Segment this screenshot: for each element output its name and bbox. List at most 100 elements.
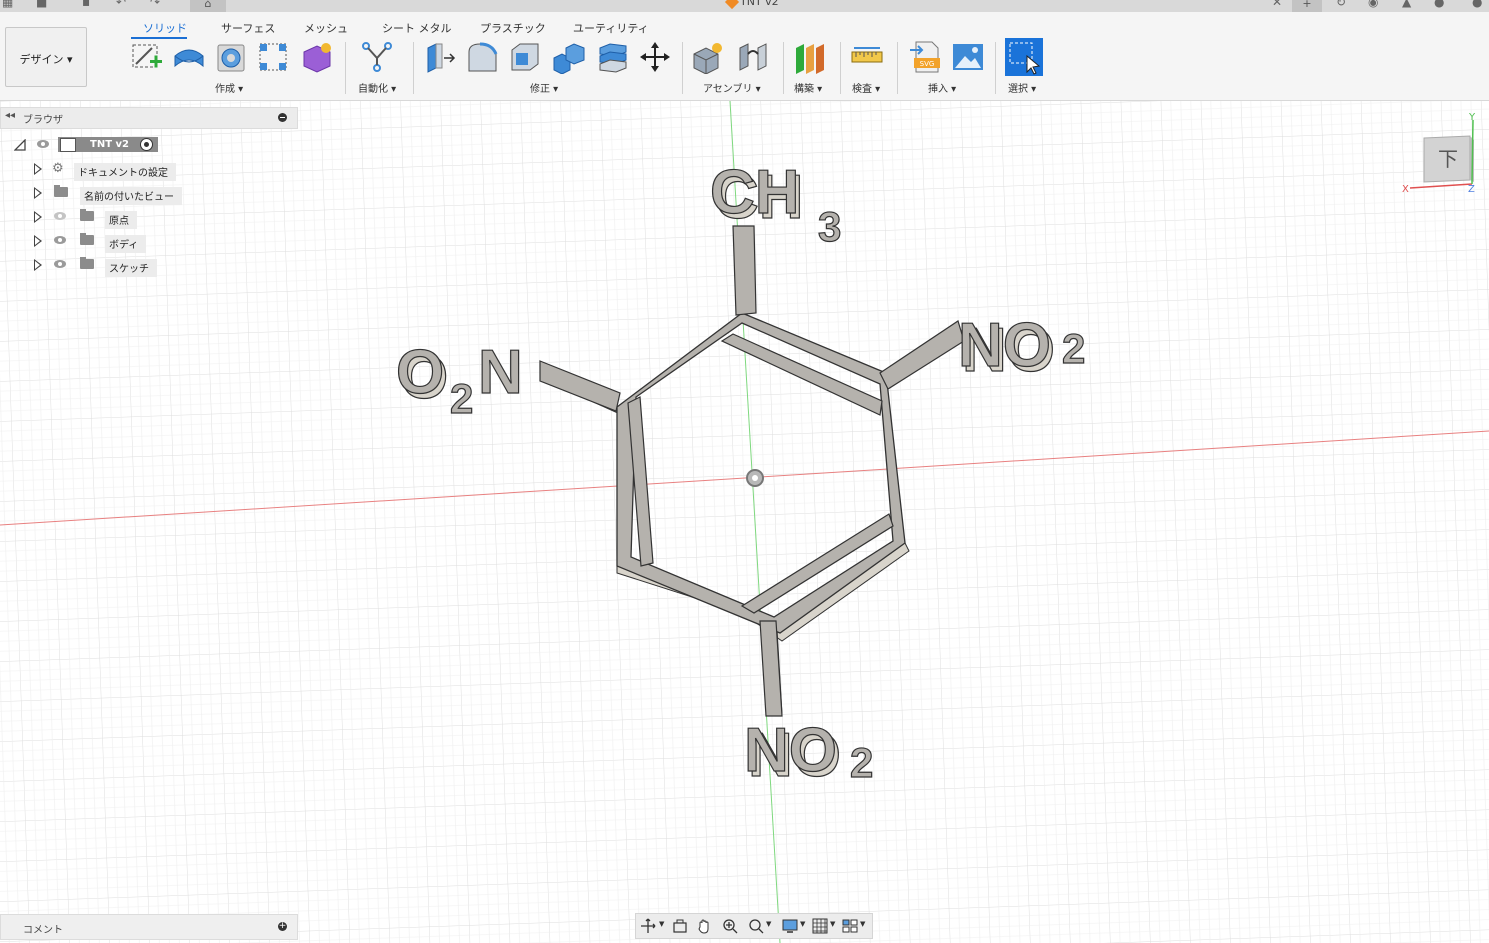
automate-group-label[interactable]: 自動化 ▾ bbox=[358, 80, 396, 95]
separator bbox=[682, 42, 683, 94]
separator bbox=[783, 42, 784, 94]
display-settings-icon[interactable] bbox=[782, 918, 798, 934]
tab-sheet-metal[interactable]: シート メタル bbox=[382, 20, 452, 36]
separator bbox=[840, 42, 841, 94]
viewports-dropdown-icon[interactable]: ▼ bbox=[860, 920, 865, 928]
tree-item-bodies[interactable]: ボディ bbox=[30, 232, 190, 253]
add-comment-icon[interactable]: + bbox=[278, 922, 287, 931]
tree-item-sketches[interactable]: スケッチ bbox=[30, 256, 190, 277]
save-icon[interactable]: ▪ bbox=[82, 0, 94, 8]
tree-item-label: ドキュメントの設定 bbox=[74, 163, 176, 181]
grid-icon[interactable]: ▦ bbox=[2, 0, 14, 8]
inspect-group-label[interactable]: 検査 ▾ bbox=[852, 80, 880, 95]
create-sketch-icon[interactable] bbox=[130, 40, 164, 74]
workspace-switcher[interactable]: デザイン ▾ bbox=[5, 27, 87, 87]
press-pull-icon[interactable] bbox=[424, 40, 458, 74]
shell-icon[interactable] bbox=[508, 40, 542, 74]
collapse-panel-icon[interactable]: ◂◂ bbox=[5, 110, 15, 121]
offset-plane-icon[interactable] bbox=[792, 40, 826, 74]
visibility-eye-icon[interactable] bbox=[37, 140, 49, 148]
automate-icon[interactable] bbox=[360, 40, 394, 74]
tree-item-document-settings[interactable]: ⚙ ドキュメントの設定 bbox=[30, 160, 190, 181]
move-icon[interactable] bbox=[638, 40, 672, 74]
label-ch3: CH bbox=[710, 158, 800, 227]
modify-group-label[interactable]: 修正 ▾ bbox=[530, 80, 558, 95]
measure-icon[interactable] bbox=[850, 40, 884, 74]
tab-plastic[interactable]: プラスチック bbox=[480, 20, 546, 36]
fusion-logo-icon bbox=[724, 0, 740, 10]
workspace-label: デザイン ▾ bbox=[19, 53, 73, 66]
tab-surface[interactable]: サーフェス bbox=[221, 20, 275, 36]
account-icon[interactable]: ● bbox=[1472, 0, 1484, 8]
comments-panel[interactable]: コメント + bbox=[0, 914, 298, 940]
offset-face-icon[interactable] bbox=[596, 40, 630, 74]
expand-triangle-icon[interactable] bbox=[34, 259, 42, 271]
pan-hand-icon[interactable] bbox=[696, 918, 712, 934]
extrude-icon[interactable] bbox=[172, 40, 206, 74]
insert-svg-icon[interactable]: SVG bbox=[908, 40, 942, 74]
zoom-dropdown-icon[interactable]: ▼ bbox=[766, 920, 771, 928]
fit-icon[interactable] bbox=[748, 918, 764, 934]
root-label: TNT v2 bbox=[90, 139, 129, 150]
select-group-label[interactable]: 選択 ▾ bbox=[1008, 80, 1036, 95]
construct-group-label[interactable]: 構築 ▾ bbox=[794, 80, 822, 95]
revolve-icon[interactable] bbox=[214, 40, 248, 74]
orbit-icon[interactable] bbox=[640, 918, 656, 934]
label-o2n-subscript: 2 bbox=[450, 375, 473, 422]
zoom-icon[interactable] bbox=[722, 918, 738, 934]
hidden-eye-icon[interactable] bbox=[54, 212, 66, 220]
insert-group-label[interactable]: 挿入 ▾ bbox=[928, 80, 956, 95]
tree-root-row[interactable]: TNT v2 bbox=[12, 136, 172, 154]
expanded-triangle-icon[interactable] bbox=[14, 139, 26, 151]
notification-icon[interactable]: ▲ bbox=[1402, 0, 1414, 8]
redo-icon[interactable]: ↷ bbox=[150, 0, 162, 8]
joint-icon[interactable] bbox=[736, 40, 770, 74]
jobs-icon[interactable]: ◉ bbox=[1368, 0, 1380, 8]
expand-triangle-icon[interactable] bbox=[34, 187, 42, 199]
tree-item-label: ボディ bbox=[105, 235, 147, 253]
grid-dropdown-icon[interactable]: ▼ bbox=[830, 920, 835, 928]
viewport-canvas[interactable]: CH CH 3 NO NO 2 O O 2 N NO NO 2 bbox=[0, 101, 1489, 943]
display-dropdown-icon[interactable]: ▼ bbox=[800, 920, 805, 928]
insert-image-icon[interactable] bbox=[951, 40, 985, 74]
expand-triangle-icon[interactable] bbox=[34, 235, 42, 247]
viewports-icon[interactable] bbox=[842, 918, 858, 934]
fillet-icon[interactable] bbox=[466, 40, 500, 74]
grid-settings-icon[interactable] bbox=[812, 918, 828, 934]
expand-triangle-icon[interactable] bbox=[34, 163, 42, 175]
tab-mesh[interactable]: メッシュ bbox=[304, 20, 348, 36]
look-at-icon[interactable] bbox=[672, 918, 688, 934]
visibility-eye-icon[interactable] bbox=[54, 260, 66, 268]
file-icon[interactable]: ■ bbox=[36, 0, 48, 8]
visibility-eye-icon[interactable] bbox=[54, 236, 66, 244]
combine-icon[interactable] bbox=[552, 40, 586, 74]
form-icon[interactable] bbox=[300, 40, 334, 74]
close-tab-icon[interactable]: ✕ bbox=[1272, 0, 1284, 8]
tab-utilities[interactable]: ユーティリティ bbox=[573, 20, 649, 36]
component-icon bbox=[60, 138, 76, 152]
label-o2n-o: O bbox=[396, 338, 444, 407]
home-icon[interactable]: ⌂ bbox=[190, 0, 226, 12]
undo-icon[interactable]: ↶ bbox=[116, 0, 128, 8]
help-icon[interactable]: ● bbox=[1434, 0, 1446, 8]
minimize-panel-icon[interactable] bbox=[278, 113, 287, 122]
pattern-icon[interactable] bbox=[256, 40, 290, 74]
axis-y-label: Y bbox=[1468, 112, 1476, 123]
axis-x-label: X bbox=[1402, 184, 1409, 195]
create-group-label[interactable]: 作成 ▾ bbox=[215, 80, 243, 95]
tree-item-named-views[interactable]: 名前の付いたビュー bbox=[30, 184, 190, 205]
expand-triangle-icon[interactable] bbox=[34, 211, 42, 223]
select-icon[interactable] bbox=[1005, 38, 1043, 76]
browser-panel-header[interactable]: ◂◂ ブラウザ bbox=[0, 107, 298, 129]
orbit-dropdown-icon[interactable]: ▼ bbox=[659, 920, 664, 928]
assemble-group-label[interactable]: アセンブリ ▾ bbox=[703, 80, 761, 95]
label-no2-bottom-subscript: 2 bbox=[850, 739, 873, 786]
folder-icon bbox=[80, 209, 94, 221]
tree-item-origin[interactable]: 原点 bbox=[30, 208, 190, 229]
sync-icon[interactable]: ↻ bbox=[1336, 0, 1348, 8]
new-component-icon[interactable] bbox=[692, 40, 726, 74]
new-tab-icon[interactable]: + bbox=[1292, 0, 1322, 12]
separator bbox=[995, 42, 996, 94]
tab-solid[interactable]: ソリッド bbox=[143, 20, 187, 36]
axis-z-label: Z bbox=[1468, 184, 1475, 195]
